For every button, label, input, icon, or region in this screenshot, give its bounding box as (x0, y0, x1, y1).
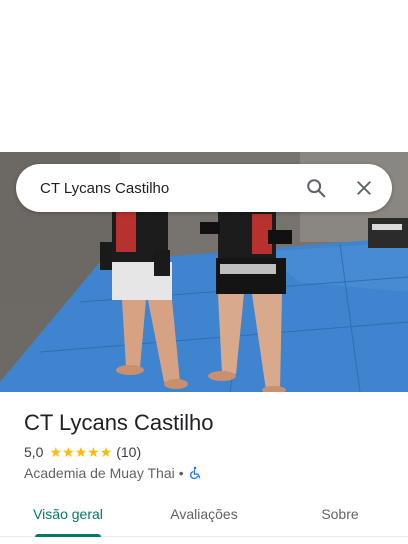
tab-overview[interactable]: Visão geral (0, 492, 136, 537)
tab-reviews[interactable]: Avaliações (136, 492, 272, 536)
star-rating-icon: ★★★★★ (49, 443, 113, 460)
tab-overview-label: Visão geral (33, 506, 103, 522)
tab-reviews-label: Avaliações (170, 506, 238, 522)
rating-row[interactable]: 5,0 ★★★★★ (10) (24, 443, 141, 461)
separator-dot: • (178, 465, 184, 481)
search-bar[interactable] (16, 164, 392, 212)
search-icon (307, 179, 326, 198)
search-button[interactable] (292, 164, 340, 212)
place-title: CT Lycans Castilho (24, 410, 214, 435)
category-row: Academia de Muay Thai • (24, 464, 202, 482)
close-button[interactable] (340, 164, 388, 212)
review-count[interactable]: (10) (116, 444, 141, 460)
place-category: Academia de Muay Thai (24, 465, 175, 481)
place-tabs: Visão geral Avaliações Sobre (0, 492, 408, 537)
close-icon (357, 181, 371, 195)
rating-value: 5,0 (24, 444, 44, 460)
wheelchair-icon (189, 466, 200, 480)
tab-about[interactable]: Sobre (272, 492, 408, 536)
search-input[interactable] (16, 164, 292, 212)
tab-about-label: Sobre (321, 506, 359, 522)
